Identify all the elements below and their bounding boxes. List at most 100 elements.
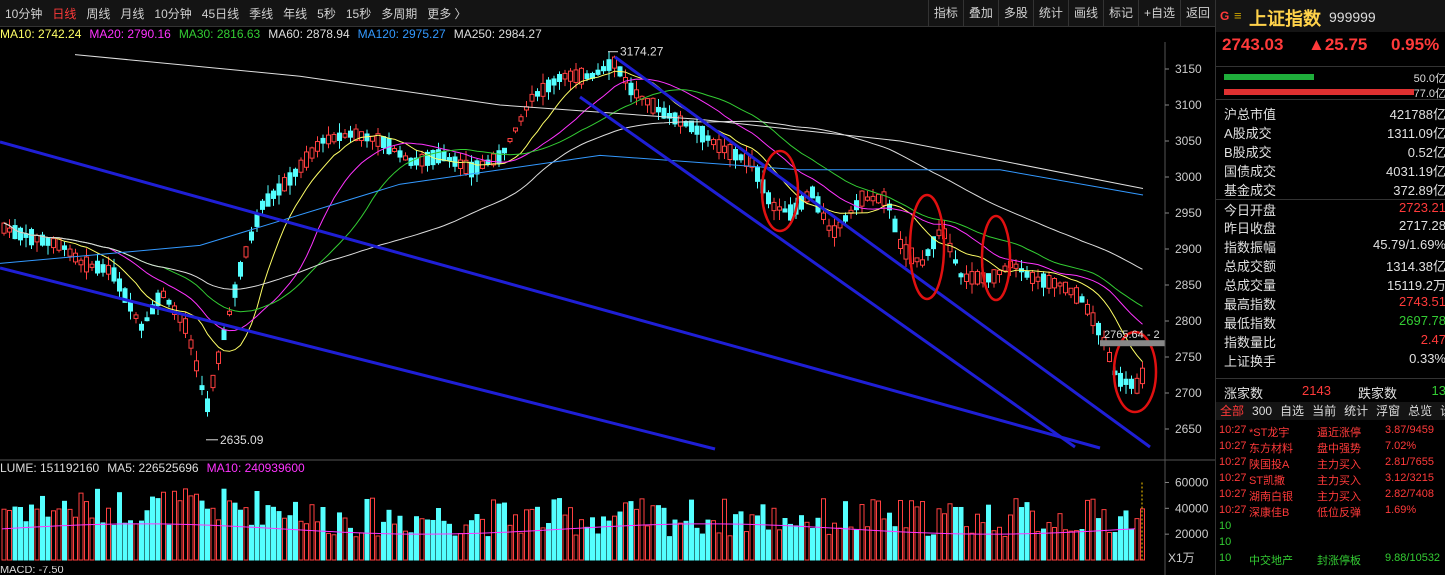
tick-row[interactable]: 10 中交地产 封涨停板 9.88/10532 <box>1219 552 1445 568</box>
candle-body <box>51 238 56 249</box>
candle-body <box>1107 351 1112 363</box>
tick-row[interactable]: 10:27 陕国投A 主力买入 2.81/7655 <box>1219 456 1445 472</box>
volume-bar <box>447 523 452 561</box>
candle-body <box>771 201 777 212</box>
panel-tab[interactable]: 统计 <box>1340 402 1372 420</box>
down-count-value: 13 <box>1431 383 1445 398</box>
panel-tab[interactable]: 300 <box>1248 402 1276 420</box>
red-ratio-bar <box>1224 89 1414 95</box>
period-tab[interactable]: 45日线 <box>197 5 244 22</box>
tick-row[interactable]: 10 <box>1219 536 1445 552</box>
period-tab[interactable]: 更多 〉 <box>422 5 471 22</box>
candle-body <box>7 227 12 233</box>
tick-row[interactable]: 10:27 ST凯撒 主力买入 3.12/3215 <box>1219 472 1445 488</box>
candle-body <box>370 135 375 142</box>
period-tab[interactable]: 年线 <box>278 5 312 22</box>
volume-bar <box>843 501 848 561</box>
tool-button[interactable]: 画线 <box>1067 0 1103 26</box>
tick-value: 3.87/9459 <box>1385 424 1434 436</box>
period-tab[interactable]: 15秒 <box>341 5 376 22</box>
candle-body <box>964 273 969 283</box>
period-tab[interactable]: 多周期 <box>376 5 422 22</box>
stat-label: 今日开盘 <box>1224 203 1277 218</box>
panel-tab[interactable]: 设 <box>1436 402 1445 420</box>
stat-label: 上证换手 <box>1224 354 1277 369</box>
candle-body <box>78 259 84 266</box>
index-price: 2743.03 <box>1222 35 1284 54</box>
candle-body <box>634 89 639 99</box>
candle-body <box>810 186 815 199</box>
tool-button[interactable]: 指标 <box>927 0 963 26</box>
candle-body <box>936 229 942 237</box>
tick-row[interactable]: 10:27 深康佳B 低位反弹 1.69% <box>1219 504 1445 520</box>
panel-tab[interactable]: 当前 <box>1308 402 1340 420</box>
period-tab[interactable]: 月线 <box>115 5 149 22</box>
candle-body <box>348 130 353 138</box>
tick-row[interactable]: 10:27 *ST龙宇 逼近涨停 3.87/9459 <box>1219 424 1445 440</box>
trend-line <box>0 266 716 451</box>
candle-body <box>782 208 788 213</box>
legend-item: MA10: 240939600 <box>206 461 305 475</box>
volume-bar <box>793 525 799 561</box>
volume-bar <box>881 518 887 561</box>
candle-body <box>700 125 705 143</box>
panel-tab[interactable]: 浮窗 <box>1372 402 1404 420</box>
legend-item: MA5: 226525696 <box>107 461 199 475</box>
volume-bar <box>700 533 705 561</box>
volume-bar <box>221 488 227 561</box>
price-tick-label: 3150 <box>1175 62 1202 76</box>
tick-name: 中交地产 <box>1249 555 1293 567</box>
volume-bar <box>540 527 546 561</box>
volume-bar <box>34 508 40 561</box>
menu-icon[interactable]: ≡ <box>1234 8 1242 23</box>
candle-body <box>777 206 782 211</box>
tick-time: 10 <box>1219 520 1232 532</box>
volume-bar <box>1002 535 1008 561</box>
period-tab[interactable]: 10分钟 <box>149 5 196 22</box>
tool-button[interactable]: 统计 <box>1032 0 1068 26</box>
tick-row[interactable]: 10:27 湖南白银 主力买入 2.82/7408 <box>1219 488 1445 504</box>
stat-value: 1314.38亿 <box>1386 259 1445 274</box>
volume-bar <box>249 524 254 561</box>
tick-row[interactable]: 10 <box>1219 520 1445 536</box>
volume-bar <box>271 506 276 561</box>
last-price-label: 2765.64 - 2 <box>1104 329 1160 341</box>
period-tab[interactable]: 周线 <box>81 5 115 22</box>
volume-bar <box>837 527 843 561</box>
tick-time: 10:27 <box>1219 472 1247 484</box>
volume-bar <box>172 490 177 561</box>
ma-legend: MA10: 2742.24 MA20: 2790.16 MA30: 2816.63 M… <box>0 26 550 42</box>
panel-tab[interactable]: 总览 <box>1404 402 1436 420</box>
tool-button[interactable]: 叠加 <box>962 0 998 26</box>
tool-button[interactable]: +自选 <box>1137 0 1180 26</box>
candle-body <box>1090 312 1096 327</box>
candle-body <box>117 278 122 292</box>
period-tab[interactable]: 季线 <box>244 5 278 22</box>
stat-row: 最低指数 2697.78 <box>1216 313 1445 332</box>
period-tab[interactable]: 10分钟 <box>0 5 47 22</box>
stat-label: 最高指数 <box>1224 297 1277 312</box>
stat-row: 指数振幅 45.79/1.69% <box>1216 237 1445 256</box>
volume-bar <box>1096 518 1101 561</box>
volume-bar <box>287 515 293 561</box>
volume-bar <box>716 532 722 561</box>
candle-body <box>854 200 859 211</box>
volume-bar <box>920 501 925 561</box>
candle-body <box>1123 378 1129 385</box>
volume-bar <box>529 508 535 561</box>
panel-tab[interactable]: 自选 <box>1276 402 1308 420</box>
candle-body <box>23 233 29 238</box>
period-tab[interactable]: 日线 <box>47 5 81 22</box>
volume-bar <box>315 521 320 561</box>
tool-button[interactable]: 返回 <box>1179 0 1215 26</box>
candle-body <box>1052 278 1057 289</box>
panel-tab[interactable]: 全部 <box>1216 402 1248 420</box>
tick-row[interactable]: 10:27 东方材料 盘中强势 7.02% <box>1219 440 1445 456</box>
tool-button[interactable]: 标记 <box>1102 0 1138 26</box>
kline-chart[interactable]: 3174.27 2635.09 2765.64 - 2 3150 3100 3050 30… <box>0 42 1215 575</box>
volume-bar <box>469 520 474 561</box>
period-tab[interactable]: 5秒 <box>312 5 341 22</box>
candle-body <box>199 385 205 391</box>
tool-button[interactable]: 多股 <box>997 0 1033 26</box>
volume-bar <box>942 513 947 561</box>
